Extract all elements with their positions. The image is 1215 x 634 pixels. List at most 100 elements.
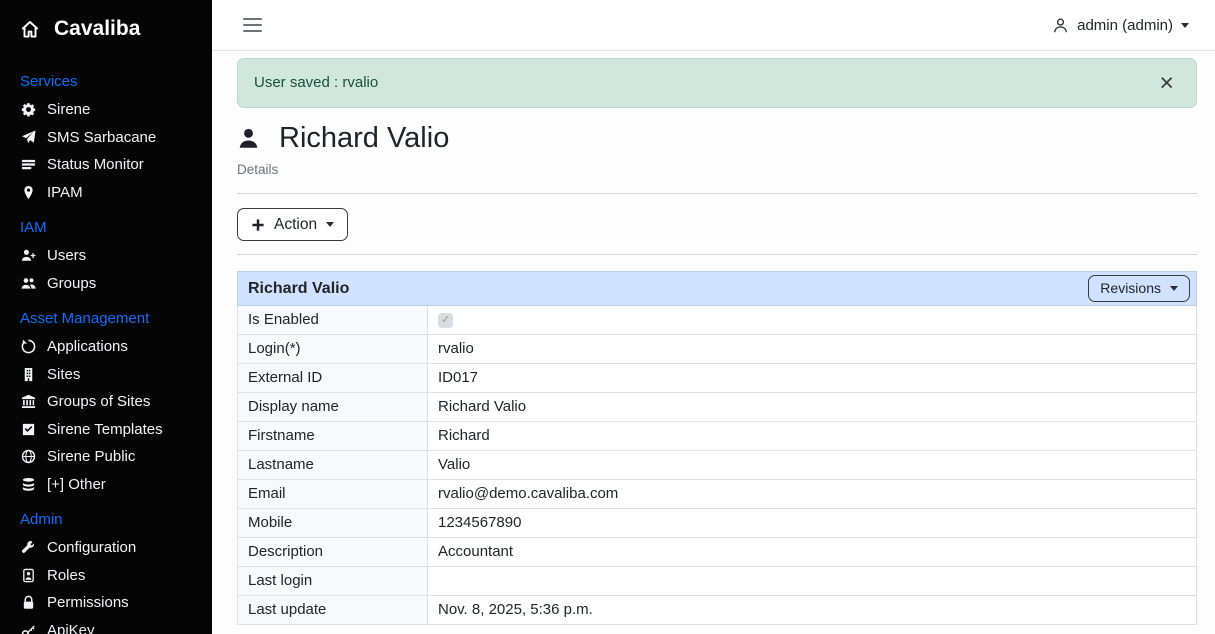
account-dropdown[interactable]: admin (admin) (1052, 17, 1189, 34)
table-row: Email rvalio@demo.cavaliba.com (238, 480, 1197, 509)
table-row: Login(*) rvalio (238, 335, 1197, 364)
table-row: Is Enabled ✓ (238, 306, 1197, 335)
page-title-text: Richard Valio (279, 120, 449, 156)
table-row: Description Accountant (238, 538, 1197, 567)
bank-icon (20, 394, 37, 409)
sidebar-item-sirene-templates[interactable]: Sirene Templates (20, 416, 192, 444)
sidebar-section-label: Admin (20, 510, 192, 530)
table-row: Mobile 1234567890 (238, 509, 1197, 538)
refresh-circle-icon (20, 339, 37, 354)
home-icon (20, 19, 40, 39)
sidebar-item-groups-of-sites[interactable]: Groups of Sites (20, 388, 192, 416)
menu-toggle-button[interactable] (241, 14, 264, 37)
sidebar-section-label: IAM (20, 218, 192, 238)
close-icon[interactable]: × (1153, 75, 1180, 91)
app-window: Cavaliba Services Sirene SMS Sarbacane S… (0, 0, 1215, 634)
row-value: Richard (428, 422, 1197, 451)
table-row: Last update Nov. 8, 2025, 5:36 p.m. (238, 596, 1197, 625)
row-value: Richard Valio (428, 393, 1197, 422)
sidebar: Cavaliba Services Sirene SMS Sarbacane S… (0, 0, 212, 634)
globe-icon (20, 449, 37, 464)
sidebar-item-sirene-public[interactable]: Sirene Public (20, 443, 192, 471)
page-subtitle: Details (237, 160, 1197, 180)
action-button-label: Action (274, 215, 317, 234)
revisions-dropdown-button[interactable]: Revisions (1088, 275, 1190, 302)
sidebar-item-apikey[interactable]: ApiKey (20, 617, 192, 634)
database-icon (20, 477, 37, 492)
sidebar-item-sirene[interactable]: Sirene (20, 96, 192, 124)
table-row: Firstname Richard (238, 422, 1197, 451)
plus-icon (251, 218, 265, 232)
page-title: Richard Valio (237, 120, 1197, 156)
row-value (428, 567, 1197, 596)
details-table-body: Is Enabled ✓ Login(*) rvalio External ID… (238, 306, 1197, 625)
is-enabled-checkbox: ✓ (438, 313, 453, 328)
page-content: User saved : rvalio × Richard Valio Deta… (212, 51, 1215, 634)
sidebar-item-roles[interactable]: Roles (20, 562, 192, 590)
wrench-icon (20, 540, 37, 555)
row-value: 1234567890 (428, 509, 1197, 538)
geo-pin-icon (20, 185, 37, 200)
success-alert: User saved : rvalio × (237, 58, 1197, 108)
row-label: Last login (238, 567, 428, 596)
person-icon (1052, 17, 1069, 34)
person-fill-icon (237, 127, 260, 150)
sidebar-item-sms-sarbacane[interactable]: SMS Sarbacane (20, 124, 192, 152)
row-label: Firstname (238, 422, 428, 451)
row-label: Email (238, 480, 428, 509)
person-badge-icon (20, 568, 37, 583)
divider (237, 193, 1197, 194)
brand[interactable]: Cavaliba (0, 14, 212, 44)
card-title: Richard Valio (248, 278, 349, 300)
row-label: Mobile (238, 509, 428, 538)
row-label: External ID (238, 364, 428, 393)
row-label: Is Enabled (238, 306, 428, 335)
sidebar-section: Services Sirene SMS Sarbacane Status Mon… (20, 72, 192, 206)
alert-message: User saved : rvalio (254, 73, 378, 93)
card-header-row: Richard Valio Revisions (238, 272, 1197, 306)
sidebar-item-other[interactable]: [+] Other (20, 471, 192, 499)
row-value: rvalio (428, 335, 1197, 364)
people-icon (20, 276, 37, 291)
row-value: Accountant (428, 538, 1197, 567)
table-row: External ID ID017 (238, 364, 1197, 393)
row-label: Display name (238, 393, 428, 422)
gear-icon (20, 102, 37, 117)
key-icon (20, 623, 37, 634)
sidebar-section: Admin Configuration Roles Permissions Ap… (20, 510, 192, 634)
account-label: admin (admin) (1077, 17, 1173, 34)
chevron-down-icon (1181, 23, 1189, 28)
lock-icon (20, 595, 37, 610)
table-row: Lastname Valio (238, 451, 1197, 480)
chevron-down-icon (1170, 286, 1178, 291)
sidebar-item-users[interactable]: Users (20, 242, 192, 270)
revisions-button-label: Revisions (1100, 279, 1161, 298)
sidebar-item-permissions[interactable]: Permissions (20, 589, 192, 617)
sidebar-section-label: Asset Management (20, 309, 192, 329)
row-value: ✓ (428, 306, 1197, 335)
user-details-table: Richard Valio Revisions Is Enabled ✓ Log… (237, 271, 1197, 625)
sidebar-item-groups[interactable]: Groups (20, 270, 192, 298)
check-square-icon (20, 422, 37, 437)
row-value: Valio (428, 451, 1197, 480)
sidebar-item-sites[interactable]: Sites (20, 361, 192, 389)
action-dropdown-button[interactable]: Action (237, 208, 348, 241)
sidebar-section: Asset Management Applications Sites Grou… (20, 309, 192, 498)
person-plus-icon (20, 248, 37, 263)
sidebar-item-configuration[interactable]: Configuration (20, 534, 192, 562)
sidebar-nav: Services Sirene SMS Sarbacane Status Mon… (0, 72, 212, 634)
row-label: Login(*) (238, 335, 428, 364)
brand-name: Cavaliba (54, 14, 140, 44)
row-value: Nov. 8, 2025, 5:36 p.m. (428, 596, 1197, 625)
row-value: ID017 (428, 364, 1197, 393)
sidebar-item-applications[interactable]: Applications (20, 333, 192, 361)
sidebar-item-ipam[interactable]: IPAM (20, 179, 192, 207)
row-label: Lastname (238, 451, 428, 480)
chevron-down-icon (326, 222, 334, 227)
topbar: admin (admin) (212, 0, 1215, 51)
sidebar-item-status-monitor[interactable]: Status Monitor (20, 151, 192, 179)
main-area: admin (admin) User saved : rvalio × Rich… (212, 0, 1215, 634)
table-row: Last login (238, 567, 1197, 596)
sidebar-section: IAM Users Groups (20, 218, 192, 297)
row-value: rvalio@demo.cavaliba.com (428, 480, 1197, 509)
